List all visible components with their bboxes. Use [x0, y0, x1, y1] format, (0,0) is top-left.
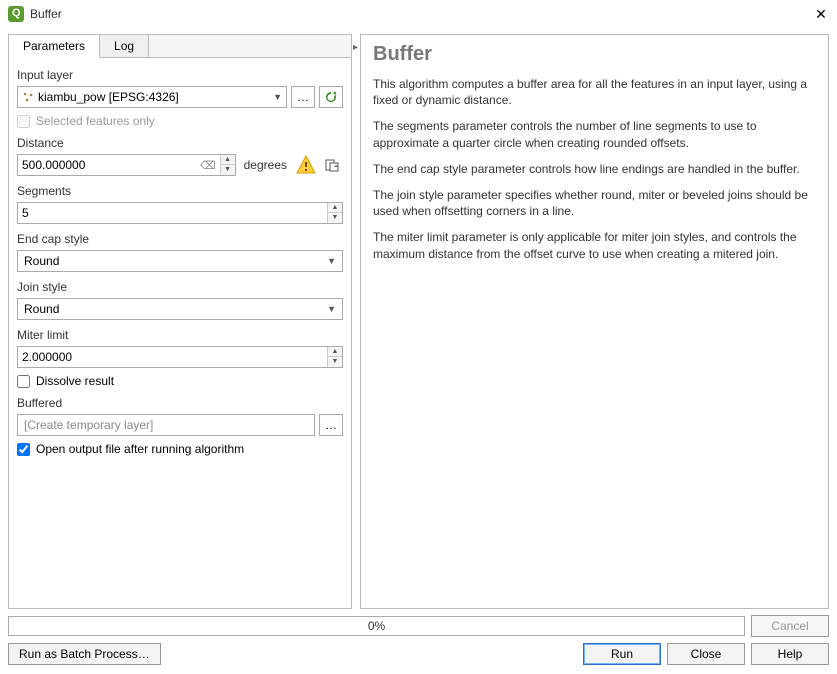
distance-label: Distance: [17, 136, 343, 150]
spin-down-icon[interactable]: ▼: [328, 213, 342, 223]
open-after-label: Open output file after running algorithm: [36, 442, 244, 456]
distance-input-wrapper: ⌫ ▲▼: [17, 154, 236, 176]
help-panel: Buffer This algorithm computes a buffer …: [360, 34, 829, 609]
spin-up-icon[interactable]: ▲: [328, 347, 342, 357]
segments-input[interactable]: [18, 203, 327, 223]
run-button[interactable]: Run: [583, 643, 661, 665]
buffered-placeholder: [Create temporary layer]: [24, 418, 153, 432]
distance-input[interactable]: [18, 155, 196, 175]
batch-button[interactable]: Run as Batch Process…: [8, 643, 161, 665]
dissolve-checkbox[interactable]: [17, 375, 30, 388]
spin-down-icon[interactable]: ▼: [328, 357, 342, 367]
titlebar: Buffer ✕: [0, 0, 837, 28]
chevron-down-icon: ▼: [327, 304, 336, 314]
layer-points-icon: [22, 91, 34, 103]
miter-spinner[interactable]: ▲▼: [327, 347, 342, 367]
app-icon: [8, 6, 24, 22]
help-paragraph: The join style parameter specifies wheth…: [373, 187, 816, 219]
help-paragraph: The end cap style parameter controls how…: [373, 161, 816, 177]
help-paragraph: The segments parameter controls the numb…: [373, 118, 816, 150]
segments-label: Segments: [17, 184, 343, 198]
help-paragraph: The miter limit parameter is only applic…: [373, 229, 816, 261]
ellipsis-icon: …: [297, 90, 309, 104]
data-override-icon: [324, 157, 340, 173]
close-button[interactable]: Close: [667, 643, 745, 665]
tab-parameters[interactable]: Parameters: [9, 35, 100, 58]
dissolve-checkbox-row[interactable]: Dissolve result: [17, 374, 343, 388]
dissolve-label: Dissolve result: [36, 374, 114, 388]
segments-input-wrapper: ▲▼: [17, 202, 343, 224]
endcap-value: Round: [24, 254, 59, 268]
selected-features-checkbox-row: Selected features only: [17, 114, 343, 128]
distance-unit: degrees: [240, 158, 291, 172]
iterate-button[interactable]: [319, 86, 343, 108]
clear-icon[interactable]: ⌫: [196, 159, 220, 172]
joinstyle-select[interactable]: Round ▼: [17, 298, 343, 320]
joinstyle-value: Round: [24, 302, 59, 316]
open-after-checkbox[interactable]: [17, 443, 30, 456]
data-defined-override-button[interactable]: [321, 154, 343, 176]
input-layer-label: Input layer: [17, 68, 343, 82]
cancel-button: Cancel: [751, 615, 829, 637]
window-title: Buffer: [30, 7, 813, 21]
tab-log[interactable]: Log: [100, 35, 149, 58]
input-layer-value: kiambu_pow [EPSG:4326]: [38, 90, 179, 104]
warning-icon: [295, 154, 317, 176]
help-title: Buffer: [373, 43, 816, 66]
segments-spinner[interactable]: ▲▼: [327, 203, 342, 223]
endcap-label: End cap style: [17, 232, 343, 246]
browse-button[interactable]: …: [291, 86, 315, 108]
spin-down-icon[interactable]: ▼: [221, 165, 235, 175]
selected-features-label: Selected features only: [36, 114, 155, 128]
parameters-panel: Parameters Log Input layer kiambu_pow [E…: [8, 34, 352, 609]
miter-input[interactable]: [18, 347, 327, 367]
tab-bar: Parameters Log: [9, 35, 351, 58]
buffered-output-input[interactable]: [Create temporary layer]: [17, 414, 315, 436]
distance-spinner[interactable]: ▲▼: [220, 155, 235, 175]
open-after-checkbox-row[interactable]: Open output file after running algorithm: [17, 442, 343, 456]
collapse-panel-icon[interactable]: ▸: [353, 42, 358, 53]
selected-features-checkbox: [17, 115, 30, 128]
bottom-bar: 0% Cancel Run as Batch Process… Run Clos…: [0, 609, 837, 671]
close-icon[interactable]: ✕: [813, 6, 829, 22]
miter-input-wrapper: ▲▼: [17, 346, 343, 368]
help-paragraph: This algorithm computes a buffer area fo…: [373, 76, 816, 108]
endcap-select[interactable]: Round ▼: [17, 250, 343, 272]
chevron-down-icon: ▼: [327, 256, 336, 266]
help-button[interactable]: Help: [751, 643, 829, 665]
progress-text: 0%: [368, 619, 385, 633]
reload-icon: [324, 90, 338, 104]
joinstyle-label: Join style: [17, 280, 343, 294]
progress-bar: 0%: [8, 616, 745, 636]
spin-up-icon[interactable]: ▲: [328, 203, 342, 213]
chevron-down-icon: ▼: [273, 92, 282, 102]
buffered-label: Buffered: [17, 396, 343, 410]
ellipsis-icon: …: [325, 418, 337, 432]
input-layer-combo[interactable]: kiambu_pow [EPSG:4326] ▼: [17, 86, 287, 108]
miter-label: Miter limit: [17, 328, 343, 342]
spin-up-icon[interactable]: ▲: [221, 155, 235, 165]
output-browse-button[interactable]: …: [319, 414, 343, 436]
